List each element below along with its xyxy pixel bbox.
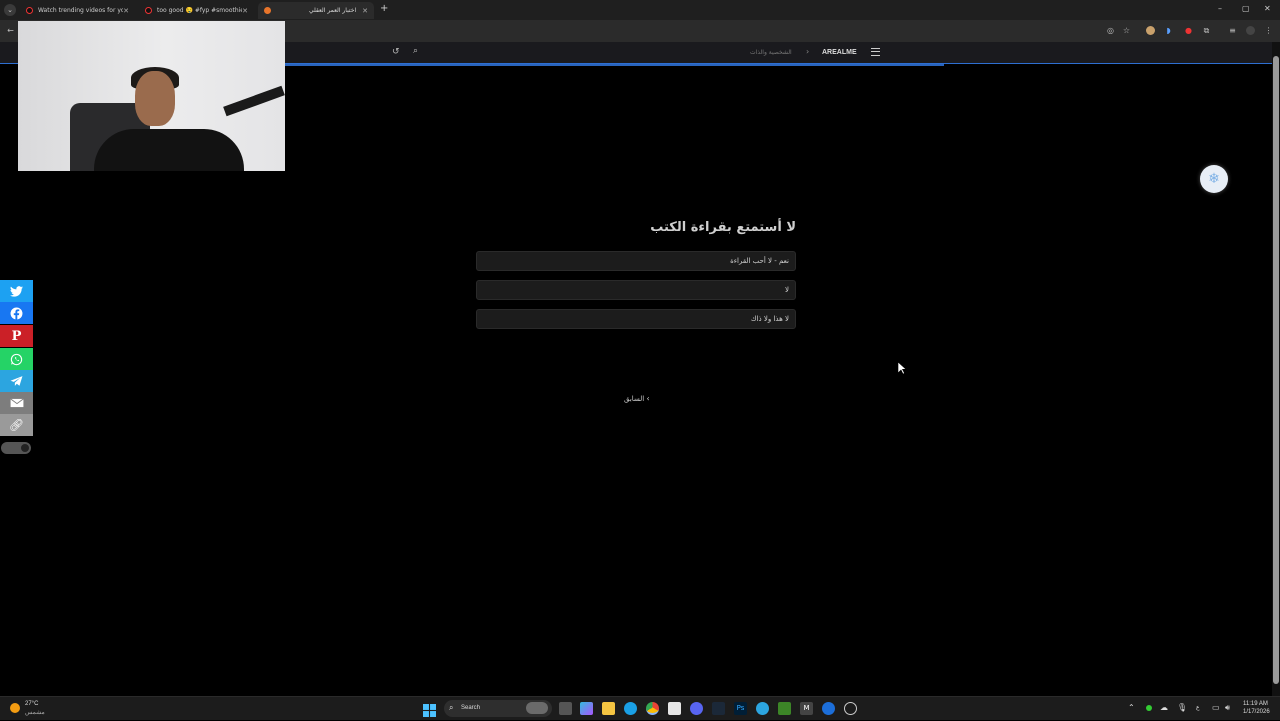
share-bar-toggle[interactable]: [1, 442, 31, 454]
webcam-overlay: [18, 21, 285, 171]
widgets-icon[interactable]: [580, 702, 593, 715]
back-arrow-icon[interactable]: ←: [6, 26, 15, 35]
scrollbar-thumb[interactable]: [1273, 56, 1279, 684]
facebook-icon: [10, 307, 23, 320]
hide-eye-icon[interactable]: ◎: [1106, 26, 1115, 35]
maximize-button[interactable]: ▢: [1242, 4, 1250, 13]
link-icon: 🔗︎: [8, 418, 25, 432]
discord-icon[interactable]: [690, 702, 703, 715]
share-whatsapp-button[interactable]: [0, 348, 33, 370]
search-label: Search: [461, 705, 481, 711]
task-view-icon[interactable]: [559, 702, 572, 715]
page-scrollbar[interactable]: [1272, 42, 1280, 696]
tray-status-icon[interactable]: [1146, 705, 1152, 711]
extension-record-icon[interactable]: ●: [1184, 26, 1193, 35]
page-progress-bar: [284, 64, 944, 66]
pinterest-icon: P: [11, 328, 22, 344]
tab-search-button[interactable]: ⌄: [4, 4, 16, 16]
tray-cloud-icon[interactable]: ☁: [1160, 703, 1168, 712]
extension-cookie-icon[interactable]: [1146, 26, 1155, 35]
taskbar-search[interactable]: ⌕ Search: [444, 700, 552, 717]
extension-audio-icon[interactable]: ◗: [1164, 26, 1173, 35]
microphone-icon[interactable]: 🎙︎: [1177, 703, 1187, 712]
tab-mental-age-test[interactable]: اختبار العمر العقلي ✕: [258, 2, 374, 19]
tab-label: too good 🤤 #fyp #smoothie: [157, 7, 242, 14]
calendar-icon[interactable]: [668, 702, 681, 715]
tab-label: اختبار العمر العقلي: [309, 7, 357, 14]
xbox-app-icon[interactable]: [778, 702, 791, 715]
whatsapp-icon: [10, 353, 23, 365]
volume-icon[interactable]: 🔊︎: [1225, 703, 1230, 713]
app-circle-icon[interactable]: [844, 702, 857, 715]
email-icon: [9, 398, 24, 408]
chevron-right-icon: ›: [646, 394, 650, 403]
chevron-right-icon: ›: [806, 47, 810, 56]
mouse-cursor-icon: [898, 362, 907, 375]
weather-desc: مشمس: [25, 710, 45, 716]
browser-menu-icon[interactable]: ⋮: [1264, 26, 1273, 35]
close-tab-icon[interactable]: ✕: [242, 7, 248, 15]
tab-tiktok-trending[interactable]: Watch trending videos for you ✕: [20, 2, 135, 19]
clock-time[interactable]: 11:19 AM: [1243, 701, 1268, 707]
copy-link-button[interactable]: 🔗︎: [0, 414, 33, 436]
site-logo[interactable]: AREALME: [822, 49, 857, 56]
tiktok-icon: [145, 7, 152, 14]
weather-sun-icon[interactable]: [10, 703, 20, 713]
answer-option-3[interactable]: لا هذا ولا ذاك: [476, 309, 796, 329]
media-control-icon[interactable]: ≡: [1228, 26, 1237, 35]
toggle-knob: [21, 444, 29, 452]
new-tab-button[interactable]: +: [380, 3, 388, 14]
twitter-icon: [10, 285, 23, 297]
site-favicon-icon: [264, 7, 271, 14]
previous-button[interactable]: › السابق: [624, 394, 650, 403]
steam-icon[interactable]: [712, 702, 725, 715]
question-text: لا أستمتع بقراءة الكتب: [650, 220, 796, 235]
close-window-button[interactable]: ✕: [1264, 4, 1271, 13]
file-explorer-icon[interactable]: [602, 702, 615, 715]
previous-label: السابق: [624, 395, 645, 403]
profile-avatar-icon[interactable]: [1246, 26, 1255, 35]
clock-date[interactable]: 1/17/2026: [1243, 709, 1270, 715]
share-facebook-button[interactable]: [0, 302, 33, 324]
windows-taskbar: 27°C مشمس ⌕ Search Ps M ⌃ ☁ 🎙︎ ع ▭ 🔊︎ 11…: [0, 696, 1280, 720]
close-tab-icon[interactable]: ✕: [123, 7, 129, 15]
search-icon: ⌕: [449, 703, 454, 712]
tiktok-icon: [26, 7, 33, 14]
share-pinterest-button[interactable]: P: [0, 325, 33, 347]
telegram-icon: [10, 376, 23, 386]
search-icon[interactable]: ⌕: [413, 46, 418, 56]
bookmark-star-icon[interactable]: ☆: [1122, 26, 1131, 35]
close-tab-icon[interactable]: ✕: [362, 7, 368, 15]
extensions-puzzle-icon[interactable]: ⧉: [1202, 26, 1211, 35]
answer-option-2[interactable]: لا: [476, 280, 796, 300]
minimize-button[interactable]: –: [1218, 4, 1222, 13]
answer-option-1[interactable]: نعم - لا أحب القراءة: [476, 251, 796, 271]
network-icon[interactable]: ▭: [1212, 703, 1220, 712]
tab-tiktok-smoothie[interactable]: too good 🤤 #fyp #smoothie ✕: [139, 2, 254, 19]
photoshop-icon[interactable]: Ps: [734, 702, 747, 715]
app-m-icon[interactable]: M: [800, 702, 813, 715]
snowflake-icon: ❄: [1208, 171, 1220, 187]
history-icon[interactable]: ↺: [392, 47, 400, 57]
search-highlight-icon: [526, 702, 548, 714]
share-twitter-button[interactable]: [0, 280, 33, 302]
chrome-icon[interactable]: [646, 702, 659, 715]
floating-settings-button[interactable]: ❄: [1200, 165, 1228, 193]
browser-tab-bar: ⌄ Watch trending videos for you ✕ too go…: [0, 0, 1280, 20]
share-telegram-button[interactable]: [0, 370, 33, 392]
chevron-up-icon[interactable]: ⌃: [1128, 703, 1135, 712]
telegram-icon[interactable]: [756, 702, 769, 715]
windows-start-icon[interactable]: [423, 702, 436, 717]
weather-temp[interactable]: 27°C: [25, 701, 38, 707]
share-email-button[interactable]: [0, 392, 33, 414]
tab-label: Watch trending videos for you: [38, 7, 123, 14]
app-blue-icon[interactable]: [822, 702, 835, 715]
keyboard-language[interactable]: ع: [1196, 704, 1200, 711]
breadcrumb[interactable]: الشخصية والذات: [750, 49, 792, 56]
edge-icon[interactable]: [624, 702, 637, 715]
hamburger-menu-icon[interactable]: [871, 48, 880, 56]
